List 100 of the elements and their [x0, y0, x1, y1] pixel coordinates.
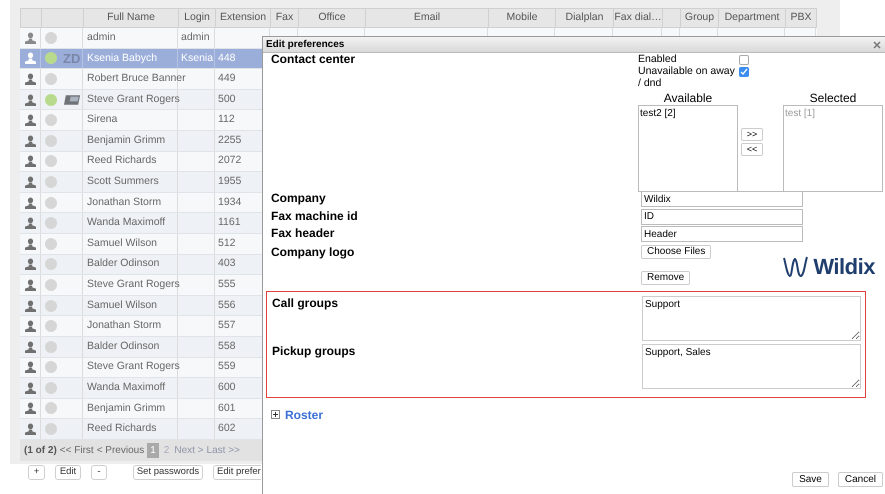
- user-name: Benjamin Grimm: [87, 132, 166, 148]
- text-area[interactable]: Support: [642, 296, 861, 340]
- person-icon: [24, 155, 36, 168]
- option-label: Enabled: [638, 53, 678, 65]
- user-name: Robert Bruce Banner: [87, 71, 186, 86]
- field-label: Fax header: [271, 226, 334, 240]
- user-name: Jonathan Storm: [87, 318, 162, 334]
- person-icon: [24, 300, 36, 312]
- field-label: Company: [271, 191, 326, 205]
- extension-text: 448: [218, 50, 236, 66]
- user-name: Reed Richards: [87, 421, 156, 436]
- extension-text: 512: [218, 236, 236, 251]
- field-label: Call groups: [272, 296, 338, 310]
- user-name: Ksenia Babych: [87, 50, 158, 66]
- list-heading: Available: [664, 91, 712, 105]
- person-icon: [24, 238, 36, 250]
- action-button[interactable]: Set passwords: [133, 464, 203, 480]
- column-header[interactable]: Fax: [271, 9, 299, 27]
- column-header[interactable]: Login: [179, 9, 216, 27]
- action-button[interactable]: Edit prefer: [213, 464, 261, 480]
- close-icon[interactable]: [873, 40, 881, 48]
- extension-text: 112: [218, 112, 235, 128]
- person-icon: [24, 340, 36, 353]
- person-icon: [24, 382, 36, 394]
- dialog-button[interactable]: Cancel: [838, 472, 883, 487]
- extension-text: 2255: [218, 132, 242, 148]
- field-label: Pickup groups: [272, 344, 356, 358]
- person-icon: [24, 114, 36, 126]
- user-name: Steve Grant Rogers: [87, 277, 180, 292]
- move-button[interactable]: <<: [741, 143, 763, 156]
- extension-text: 1955: [218, 174, 242, 190]
- text-field[interactable]: Wildix: [641, 191, 803, 207]
- login-text: Ksenia: [181, 50, 214, 66]
- list-heading: Selected: [810, 91, 856, 105]
- user-name: Wanda Maximoff: [87, 215, 166, 230]
- logo-text: Wildix: [813, 256, 875, 278]
- column-header[interactable]: Office: [299, 9, 366, 27]
- person-icon: [24, 423, 36, 436]
- user-name: Samuel Wilson: [87, 236, 158, 251]
- column-header[interactable]: Group: [681, 9, 719, 27]
- user-name: Steve Grant Rogers: [87, 359, 180, 374]
- action-button[interactable]: -: [91, 464, 107, 480]
- user-name: Jonathan Storm: [87, 194, 162, 210]
- user-name: Scott Summers: [87, 174, 159, 190]
- extension-text: 2072: [218, 153, 242, 168]
- text-area[interactable]: Support, Sales: [642, 344, 861, 388]
- field-label: Company logo: [271, 244, 354, 258]
- action-button[interactable]: +: [28, 464, 45, 480]
- column-header[interactable]: PBX: [786, 9, 817, 27]
- column-header[interactable]: Department: [719, 9, 786, 27]
- available-list[interactable]: test2 [2]: [638, 105, 738, 192]
- checkbox[interactable]: [739, 55, 749, 65]
- extension-text: 559: [218, 359, 236, 374]
- previous-link[interactable]: < Previous: [96, 442, 144, 458]
- person-icon: [24, 320, 36, 332]
- person-icon: [24, 134, 36, 147]
- desk-phone-icon: [63, 94, 82, 106]
- remove-button[interactable]: Remove: [641, 270, 690, 284]
- user-name: Wanda Maximoff: [87, 380, 166, 396]
- extension-text: 403: [218, 256, 236, 272]
- choose-files-button[interactable]: Choose Files: [641, 244, 712, 258]
- extension-text: 500: [218, 92, 236, 107]
- extension-text: 449: [218, 71, 236, 86]
- action-button[interactable]: Edit: [55, 464, 81, 480]
- login-text: admin: [181, 30, 210, 45]
- column-header[interactable]: Email: [366, 9, 489, 27]
- column-header[interactable]: Fax dial…: [614, 9, 663, 27]
- person-icon: [24, 52, 36, 64]
- user-name: Samuel Wilson: [87, 298, 158, 313]
- user-name: Reed Richards: [87, 153, 156, 168]
- person-icon: [24, 32, 36, 44]
- move-button[interactable]: >>: [741, 128, 763, 141]
- roster-link[interactable]: Roster: [285, 406, 324, 424]
- person-icon: [24, 94, 36, 106]
- text-field[interactable]: Header: [641, 226, 803, 242]
- person-icon: [24, 196, 36, 209]
- extension-text: 600: [218, 380, 236, 396]
- extension-text: 1161: [218, 215, 241, 230]
- field-label: Fax machine id: [271, 208, 358, 222]
- extension-text: 555: [218, 277, 236, 292]
- user-name: Balder Odinson: [87, 256, 160, 272]
- first-link[interactable]: << First: [60, 442, 94, 458]
- list-option[interactable]: test2 [2]: [640, 106, 676, 121]
- dialog-button[interactable]: Save: [792, 472, 829, 487]
- extension-text: 556: [218, 298, 236, 313]
- column-header[interactable]: Full Name: [84, 9, 179, 27]
- extension-text: 558: [218, 338, 236, 354]
- column-header[interactable]: Dialplan: [556, 9, 614, 27]
- person-icon: [24, 176, 36, 188]
- user-name: Benjamin Grimm: [87, 400, 166, 416]
- option-label: Unavailable on away / dnd: [638, 65, 736, 89]
- extension-text: 601: [218, 400, 236, 416]
- expand-icon[interactable]: [271, 410, 280, 419]
- column-header[interactable]: Mobile: [489, 9, 556, 27]
- page-summary: (1 of 2): [24, 444, 57, 458]
- user-name: Sirena: [87, 112, 118, 128]
- dialog-title: Edit preferences: [266, 38, 344, 52]
- user-name: Balder Odinson: [87, 338, 160, 354]
- column-header[interactable]: Extension: [216, 9, 271, 27]
- text-field[interactable]: ID: [641, 208, 803, 224]
